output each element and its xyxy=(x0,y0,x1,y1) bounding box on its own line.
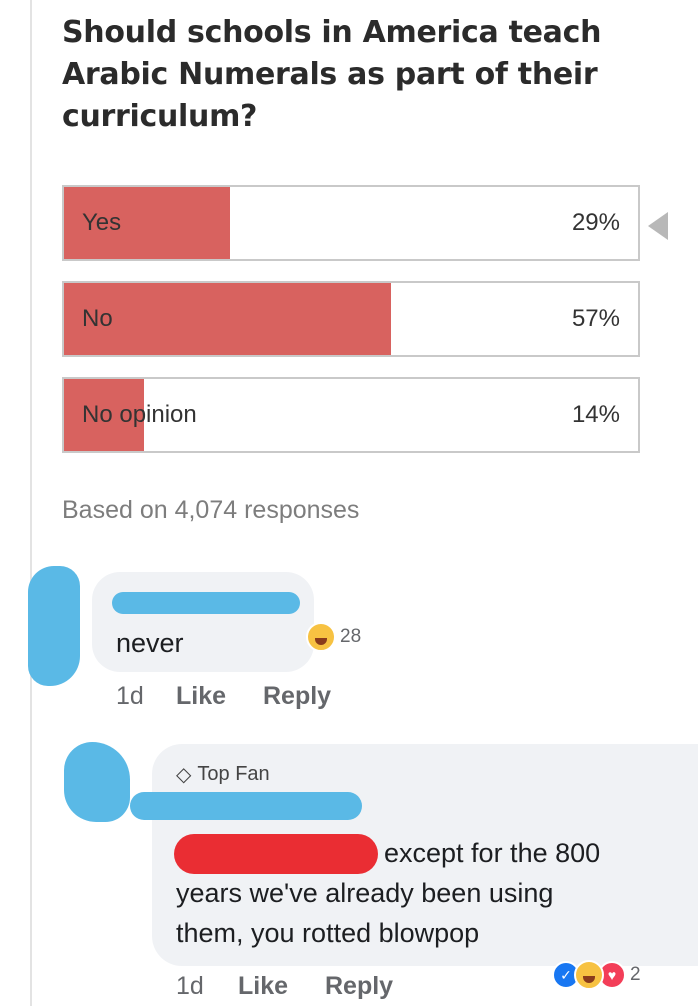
reaction-count: 28 xyxy=(340,626,362,647)
top-fan-label: Top Fan xyxy=(197,763,270,785)
poll-response-count: Based on 4,074 responses xyxy=(62,496,360,524)
laughing-emoji-icon xyxy=(306,622,336,652)
comment-text-line: except for the 800 xyxy=(384,838,601,868)
name-redacted xyxy=(130,792,362,820)
poll-fill-bar xyxy=(64,283,392,355)
comment-time: 1d xyxy=(116,682,144,710)
poll-option-label: No opinion xyxy=(82,401,197,428)
top-fan-badge: ◇ Top Fan xyxy=(176,762,270,787)
like-button[interactable]: Like xyxy=(238,972,288,1001)
like-button[interactable]: Like xyxy=(176,682,226,711)
poll-option-percent: 57% xyxy=(571,305,620,332)
poll-question: Should schools in America teach Arabic N… xyxy=(62,15,602,134)
poll-option-percent: 14% xyxy=(571,401,620,428)
diamond-icon: ◇ xyxy=(176,764,192,786)
text-redacted xyxy=(174,834,378,874)
poll-option-no-opinion[interactable]: No opinion 14% xyxy=(62,377,640,453)
poll-option-yes[interactable]: Yes 29% xyxy=(62,185,640,261)
selected-arrow-icon xyxy=(648,212,668,240)
reaction-badge[interactable]: 28 xyxy=(306,622,361,652)
poll-option-percent: 29% xyxy=(571,209,620,236)
reply-button[interactable]: Reply xyxy=(325,972,393,1001)
avatar-redacted xyxy=(64,742,130,822)
laughing-emoji-icon xyxy=(574,960,604,990)
reaction-count: 2 xyxy=(630,964,641,985)
comment-text-line: them, you rotted blowpop xyxy=(176,918,480,948)
avatar-redacted xyxy=(28,566,80,686)
comment-text: never xyxy=(116,628,184,658)
name-redacted xyxy=(112,592,300,614)
poll-option-label: No xyxy=(82,305,113,332)
comment-time: 1d xyxy=(176,972,204,1000)
poll-option-no[interactable]: No 57% xyxy=(62,281,640,357)
reply-button[interactable]: Reply xyxy=(263,682,331,711)
reaction-badge[interactable]: ✓ ♥ 2 xyxy=(552,960,641,990)
poll-option-label: Yes xyxy=(82,209,122,236)
comment-text-line: years we've already been using xyxy=(176,878,554,908)
